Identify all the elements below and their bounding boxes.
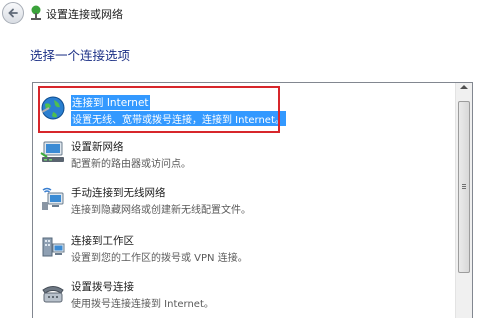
router-icon <box>40 141 64 162</box>
scroll-thumb[interactable] <box>458 101 470 273</box>
back-button[interactable] <box>2 2 24 24</box>
option-description: 设置到您的工作区的拨号或 VPN 连接。 <box>71 253 248 264</box>
option-title: 设置新网络 <box>71 141 124 153</box>
section-title: 选择一个连接选项 <box>30 48 131 63</box>
option-title: 连接到工作区 <box>71 235 134 247</box>
workplace-icon <box>42 237 65 257</box>
back-arrow-icon <box>8 8 18 18</box>
option-title: 手动连接到无线网络 <box>71 187 166 199</box>
scroll-up-arrow-icon[interactable] <box>460 85 468 89</box>
annotation-highlight-box <box>38 86 280 133</box>
option-setup-network[interactable]: 设置新网络 配置新的路由器或访问点。 <box>37 135 452 175</box>
option-title: 设置拨号连接 <box>71 281 134 293</box>
vertical-scrollbar[interactable] <box>455 83 472 318</box>
option-connect-workplace[interactable]: 连接到工作区 设置到您的工作区的拨号或 VPN 连接。 <box>37 229 452 269</box>
option-manual-wireless[interactable]: 手动连接到无线网络 连接到隐藏网络或创建新无线配置文件。 <box>37 181 452 221</box>
option-setup-dialup[interactable]: 设置拨号连接 使用拨号连接连接到 Internet。 <box>37 275 452 315</box>
option-description: 连接到隐藏网络或创建新无线配置文件。 <box>71 205 251 216</box>
window-title: 设置连接或网络 <box>46 8 123 21</box>
title-bar: 设置连接或网络 <box>0 0 483 28</box>
grip-line <box>462 186 466 187</box>
wireless-computer-icon <box>42 187 64 210</box>
phone-icon <box>42 286 64 303</box>
grip-line <box>462 188 466 189</box>
option-description: 使用拨号连接连接到 Internet。 <box>71 299 214 310</box>
option-description: 配置新的路由器或访问点。 <box>71 159 191 170</box>
grip-line <box>462 184 466 185</box>
network-tree-icon <box>31 5 41 20</box>
